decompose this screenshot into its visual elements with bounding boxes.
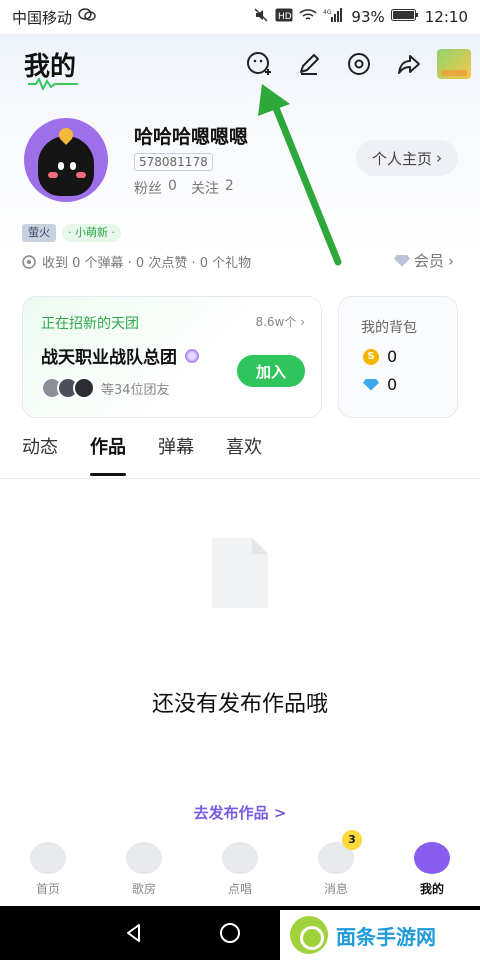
share-button[interactable] (384, 48, 434, 80)
svg-text:4G: 4G (323, 9, 332, 16)
nav-mine[interactable]: 我的 (384, 830, 480, 906)
diamond-icon (363, 378, 379, 391)
empty-state-message: 还没有发布作品哦 (151, 692, 328, 717)
tab-dynamics[interactable]: 动态 (22, 434, 58, 478)
backpack-title: 我的背包 (361, 320, 417, 336)
home-icon (30, 842, 66, 874)
svg-text:HD: HD (278, 12, 292, 22)
backpack-card[interactable]: 我的背包 S 0 0 (338, 296, 458, 418)
carrier-label: 中国移动 (12, 8, 73, 27)
nav-home[interactable]: 首页 (0, 830, 96, 906)
vip-entry[interactable]: 会员 › (393, 250, 454, 271)
wifi-icon (299, 8, 317, 26)
chevron-right-icon: › (448, 251, 454, 270)
battery-icon (390, 8, 419, 26)
vip-label: 会员 (413, 252, 444, 270)
level-badge[interactable]: 萤火 (22, 224, 56, 242)
unread-badge: 3 (342, 830, 362, 850)
personal-homepage-label: 个人主页 (371, 149, 432, 168)
vip-diamond-icon (393, 254, 410, 267)
mine-icon (414, 842, 450, 874)
nav-song-room[interactable]: 歌房 (96, 830, 192, 906)
team-gem-icon (185, 348, 199, 363)
add-friend-button[interactable] (234, 48, 284, 80)
gift-box-icon (437, 49, 471, 79)
fans-count: 0 (168, 178, 177, 194)
chevron-right-icon: › (436, 149, 442, 167)
content-tabs: 动态 作品 弹幕 喜欢 (22, 434, 262, 478)
members-text: 等34位团友 (101, 382, 170, 398)
follow-count: 2 (224, 178, 234, 194)
tabs-divider (0, 478, 480, 479)
coin-row: S 0 (363, 347, 397, 366)
signal-icon: 4G (323, 8, 345, 26)
wechat-icon (78, 8, 96, 26)
song-room-icon (126, 842, 162, 874)
gift-box-button[interactable] (434, 48, 474, 80)
coin-icon: S (363, 348, 379, 365)
settings-button[interactable] (334, 48, 384, 80)
fans-label: 粉丝 (134, 181, 162, 197)
profile-section: 哈哈哈嗯嗯嗯 578081178 粉丝 0 关注 2 个人主页 › 萤火 · 小… (0, 108, 480, 258)
hd-icon: HD (275, 8, 293, 26)
smiley-plus-icon (247, 52, 271, 75)
diamond-count: 0 (387, 375, 398, 394)
follow-label: 关注 (190, 181, 219, 197)
title-wave-decoration (28, 78, 78, 90)
personal-homepage-button[interactable]: 个人主页 › (356, 140, 458, 176)
battery-percent: 93% (351, 8, 385, 26)
bottom-nav: 首页 歌房 点唱 3 消息 我的 (0, 830, 480, 906)
page-header: 我的 (0, 34, 480, 108)
tab-likes[interactable]: 喜欢 (226, 434, 262, 478)
watermark-text: 面条手游网 (336, 924, 436, 949)
share-icon (398, 55, 420, 74)
tab-works[interactable]: 作品 (90, 434, 126, 478)
gear-icon (348, 53, 370, 75)
team-name: 战天职业战队总团 (41, 343, 199, 368)
tab-danmaku[interactable]: 弹幕 (158, 434, 194, 478)
home-circle-icon (220, 923, 240, 943)
coin-count: 0 (387, 347, 398, 366)
back-button[interactable] (86, 906, 182, 960)
recruit-title: 正在招新的天团 (41, 316, 139, 332)
member-avatar (73, 377, 95, 399)
nav-request-song[interactable]: 点唱 (192, 830, 288, 906)
join-team-button[interactable]: 加入 (237, 355, 305, 387)
request-song-icon (222, 842, 258, 874)
nav-messages[interactable]: 3 消息 (288, 830, 384, 906)
recruit-count: 8.6w个 › (255, 315, 305, 329)
watermark: 面条手游网 (280, 910, 480, 960)
avatar[interactable] (24, 118, 108, 202)
mute-icon (253, 7, 269, 27)
user-id-badge[interactable]: 578081178 (134, 153, 213, 171)
pencil-icon (300, 54, 319, 75)
clock: 12:10 (424, 8, 468, 26)
watermark-logo-icon (290, 916, 328, 954)
diamond-row: 0 (363, 375, 397, 394)
newbie-badge[interactable]: · 小萌新 · (62, 224, 121, 242)
home-system-button[interactable] (182, 906, 278, 960)
edit-button[interactable] (284, 48, 334, 80)
team-members: 等34位团友 (41, 377, 170, 399)
record-icon (22, 254, 36, 269)
username: 哈哈哈嗯嗯嗯 (134, 126, 249, 148)
received-stats[interactable]: 收到 0 个弹幕 · 0 次点赞 · 0 个礼物 (22, 252, 251, 271)
team-recruit-card[interactable]: 正在招新的天团 8.6w个 › 战天职业战队总团 加入 等34位团友 (22, 296, 322, 418)
publish-works-link[interactable]: 去发布作品 > (0, 802, 480, 823)
back-triangle-icon (127, 924, 140, 942)
status-bar: 中国移动 HD 4G 93% 12:10 (0, 0, 480, 34)
received-text: 收到 0 个弹幕 · 0 次点赞 · 0 个礼物 (42, 256, 252, 271)
follow-stats[interactable]: 粉丝 0 关注 2 (134, 178, 234, 198)
